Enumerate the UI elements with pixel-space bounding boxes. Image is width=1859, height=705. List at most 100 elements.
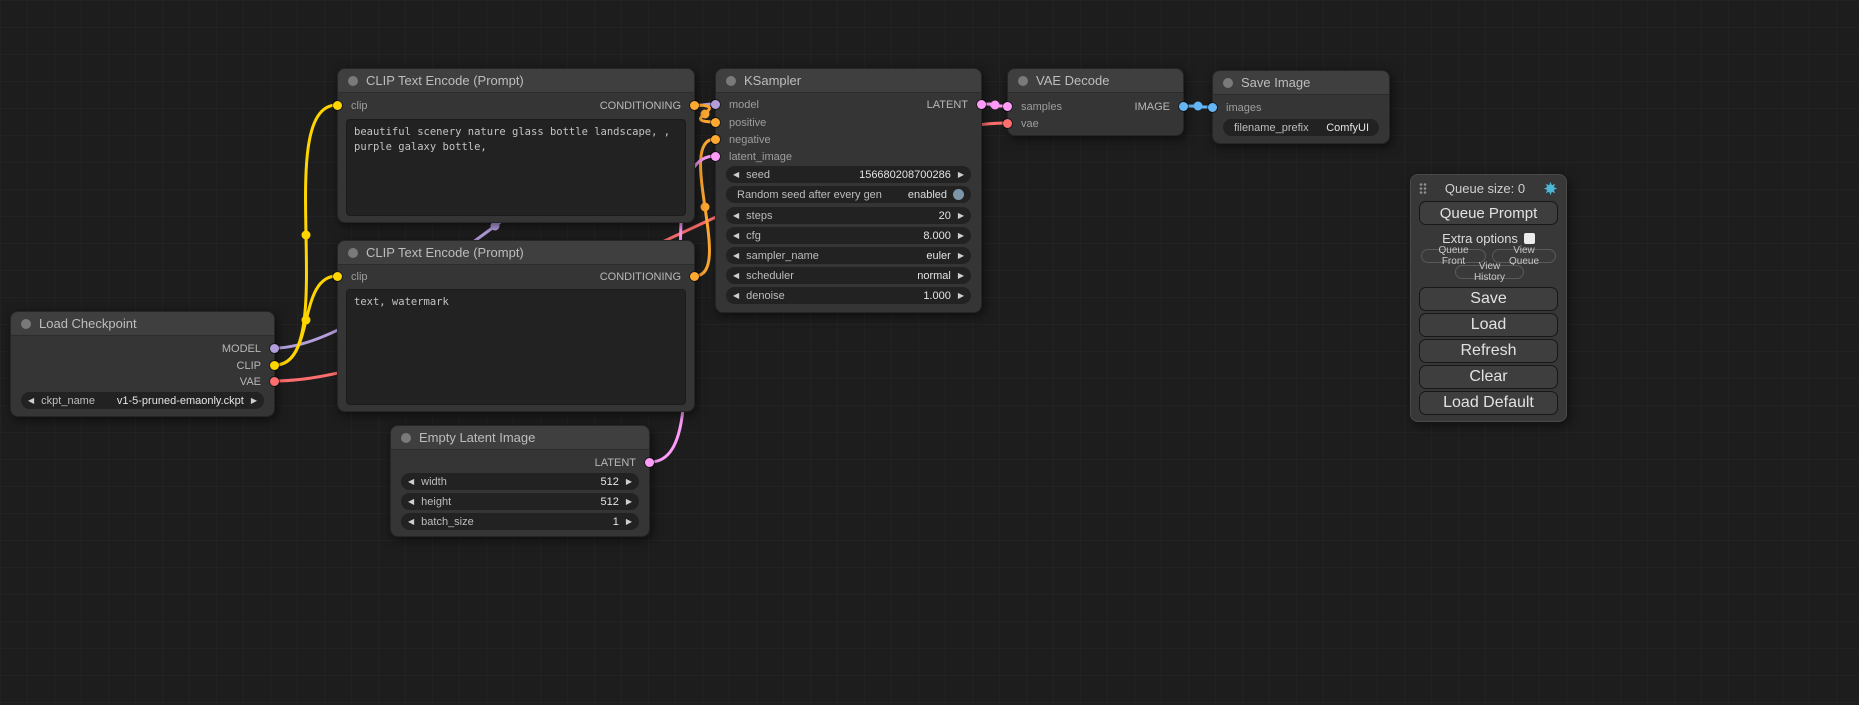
arrow-left-icon[interactable]: ◀	[28, 392, 34, 409]
random-seed-toggle[interactable]: Random seed after every gen enabled	[726, 186, 971, 203]
positive-input-port: positive	[716, 116, 981, 130]
model-output-dot[interactable]	[270, 344, 279, 353]
arrow-right-icon[interactable]: ▶	[251, 392, 257, 409]
image-output-port: IMAGE	[1008, 100, 1183, 114]
arrow-right-icon[interactable]: ▶	[626, 493, 632, 510]
arrow-left-icon[interactable]: ◀	[733, 287, 739, 304]
arrow-left-icon[interactable]: ◀	[408, 493, 414, 510]
height-widget[interactable]: ◀ height 512 ▶	[401, 493, 639, 510]
arrow-left-icon[interactable]: ◀	[733, 267, 739, 284]
arrow-right-icon[interactable]: ▶	[958, 166, 964, 183]
collapse-dot-icon[interactable]	[726, 76, 736, 86]
node-title: KSampler	[744, 73, 801, 88]
collapse-dot-icon[interactable]	[1018, 76, 1028, 86]
latent-output-dot[interactable]	[645, 458, 654, 467]
node-title-bar[interactable]: Empty Latent Image	[391, 426, 649, 450]
load-button[interactable]: Load	[1419, 313, 1558, 337]
node-title-bar[interactable]: Load Checkpoint	[11, 312, 274, 336]
port-label: CONDITIONING	[600, 270, 681, 284]
seed-widget[interactable]: ◀ seed 156680208700286 ▶	[726, 166, 971, 183]
arrow-right-icon[interactable]: ▶	[626, 473, 632, 490]
port-label: LATENT	[927, 98, 968, 112]
vae-input-dot[interactable]	[1003, 119, 1012, 128]
port-label: images	[1226, 101, 1261, 115]
widget-label: cfg	[746, 230, 761, 242]
vae-input-port: vae	[1008, 117, 1183, 131]
arrow-left-icon[interactable]: ◀	[733, 207, 739, 224]
node-title-bar[interactable]: CLIP Text Encode (Prompt)	[338, 241, 694, 265]
port-label: CONDITIONING	[600, 99, 681, 113]
widget-value: normal	[917, 270, 951, 282]
vae-output-dot[interactable]	[270, 377, 279, 386]
arrow-left-icon[interactable]: ◀	[733, 227, 739, 244]
clip-output-dot[interactable]	[270, 361, 279, 370]
extra-options-checkbox[interactable]	[1524, 233, 1535, 244]
arrow-left-icon[interactable]: ◀	[733, 247, 739, 264]
node-empty-latent-image[interactable]: Empty Latent Image LATENT ◀ width 512 ▶ …	[390, 425, 650, 537]
arrow-right-icon[interactable]: ▶	[958, 207, 964, 224]
arrow-right-icon[interactable]: ▶	[958, 287, 964, 304]
sampler-name-widget[interactable]: ◀ sampler_name euler ▶	[726, 247, 971, 264]
node-ksampler[interactable]: KSampler model LATENT positive negative …	[715, 68, 982, 313]
positive-input-dot[interactable]	[711, 118, 720, 127]
conditioning-output-dot[interactable]	[690, 101, 699, 110]
toggle-indicator-icon[interactable]	[953, 189, 964, 200]
ckpt-name-widget[interactable]: ◀ ckpt_name v1-5-pruned-emaonly.ckpt ▶	[21, 392, 264, 409]
scheduler-widget[interactable]: ◀ scheduler normal ▶	[726, 267, 971, 284]
widget-value: ComfyUI	[1326, 122, 1369, 134]
node-clip-text-encode-negative[interactable]: CLIP Text Encode (Prompt) clip CONDITION…	[337, 240, 695, 412]
latent-image-input-dot[interactable]	[711, 152, 720, 161]
widget-value: v1-5-pruned-emaonly.ckpt	[117, 395, 244, 407]
node-load-checkpoint[interactable]: Load Checkpoint MODEL CLIP VAE ◀ ckpt_na…	[10, 311, 275, 417]
filename-prefix-widget[interactable]: filename_prefix ComfyUI	[1223, 119, 1379, 136]
negative-prompt-textarea[interactable]: text, watermark	[346, 289, 686, 405]
negative-input-dot[interactable]	[711, 135, 720, 144]
node-title-bar[interactable]: VAE Decode	[1008, 69, 1183, 93]
steps-widget[interactable]: ◀ steps 20 ▶	[726, 207, 971, 224]
arrow-right-icon[interactable]: ▶	[626, 513, 632, 530]
refresh-button[interactable]: Refresh	[1419, 339, 1558, 363]
node-title-bar[interactable]: Save Image	[1213, 71, 1389, 95]
images-input-dot[interactable]	[1208, 103, 1217, 112]
node-title-bar[interactable]: CLIP Text Encode (Prompt)	[338, 69, 694, 93]
port-label: positive	[729, 116, 766, 130]
node-clip-text-encode-positive[interactable]: CLIP Text Encode (Prompt) clip CONDITION…	[337, 68, 695, 223]
conditioning-output-port: CONDITIONING	[338, 99, 694, 113]
conditioning-output-port: CONDITIONING	[338, 270, 694, 284]
port-label: vae	[1021, 117, 1039, 131]
collapse-dot-icon[interactable]	[21, 319, 31, 329]
settings-gear-icon[interactable]	[1543, 181, 1558, 196]
latent-output-dot[interactable]	[977, 100, 986, 109]
conditioning-output-dot[interactable]	[690, 272, 699, 281]
node-title-bar[interactable]: KSampler	[716, 69, 981, 93]
arrow-right-icon[interactable]: ▶	[958, 227, 964, 244]
node-vae-decode[interactable]: VAE Decode samples IMAGE vae	[1007, 68, 1184, 136]
width-widget[interactable]: ◀ width 512 ▶	[401, 473, 639, 490]
clear-button[interactable]: Clear	[1419, 365, 1558, 389]
collapse-dot-icon[interactable]	[348, 76, 358, 86]
queue-prompt-button[interactable]: Queue Prompt	[1419, 201, 1558, 225]
drag-handle-icon[interactable]	[1419, 182, 1427, 195]
arrow-right-icon[interactable]: ▶	[958, 247, 964, 264]
collapse-dot-icon[interactable]	[401, 433, 411, 443]
view-history-button[interactable]: View History	[1455, 265, 1524, 279]
image-output-dot[interactable]	[1179, 102, 1188, 111]
widget-value: 20	[939, 210, 951, 222]
collapse-dot-icon[interactable]	[1223, 78, 1233, 88]
arrow-right-icon[interactable]: ▶	[958, 267, 964, 284]
positive-prompt-textarea[interactable]: beautiful scenery nature glass bottle la…	[346, 119, 686, 216]
load-default-button[interactable]: Load Default	[1419, 391, 1558, 415]
batch-size-widget[interactable]: ◀ batch_size 1 ▶	[401, 513, 639, 530]
arrow-left-icon[interactable]: ◀	[408, 473, 414, 490]
denoise-widget[interactable]: ◀ denoise 1.000 ▶	[726, 287, 971, 304]
arrow-left-icon[interactable]: ◀	[733, 166, 739, 183]
cfg-widget[interactable]: ◀ cfg 8.000 ▶	[726, 227, 971, 244]
collapse-dot-icon[interactable]	[348, 248, 358, 258]
node-canvas[interactable]: Load Checkpoint MODEL CLIP VAE ◀ ckpt_na…	[0, 0, 1859, 705]
widget-value: 156680208700286	[859, 169, 951, 181]
save-button[interactable]: Save	[1419, 287, 1558, 311]
latent-output-port: LATENT	[716, 98, 981, 112]
arrow-left-icon[interactable]: ◀	[408, 513, 414, 530]
vae-output-port: VAE	[11, 375, 274, 389]
node-save-image[interactable]: Save Image images filename_prefix ComfyU…	[1212, 70, 1390, 144]
